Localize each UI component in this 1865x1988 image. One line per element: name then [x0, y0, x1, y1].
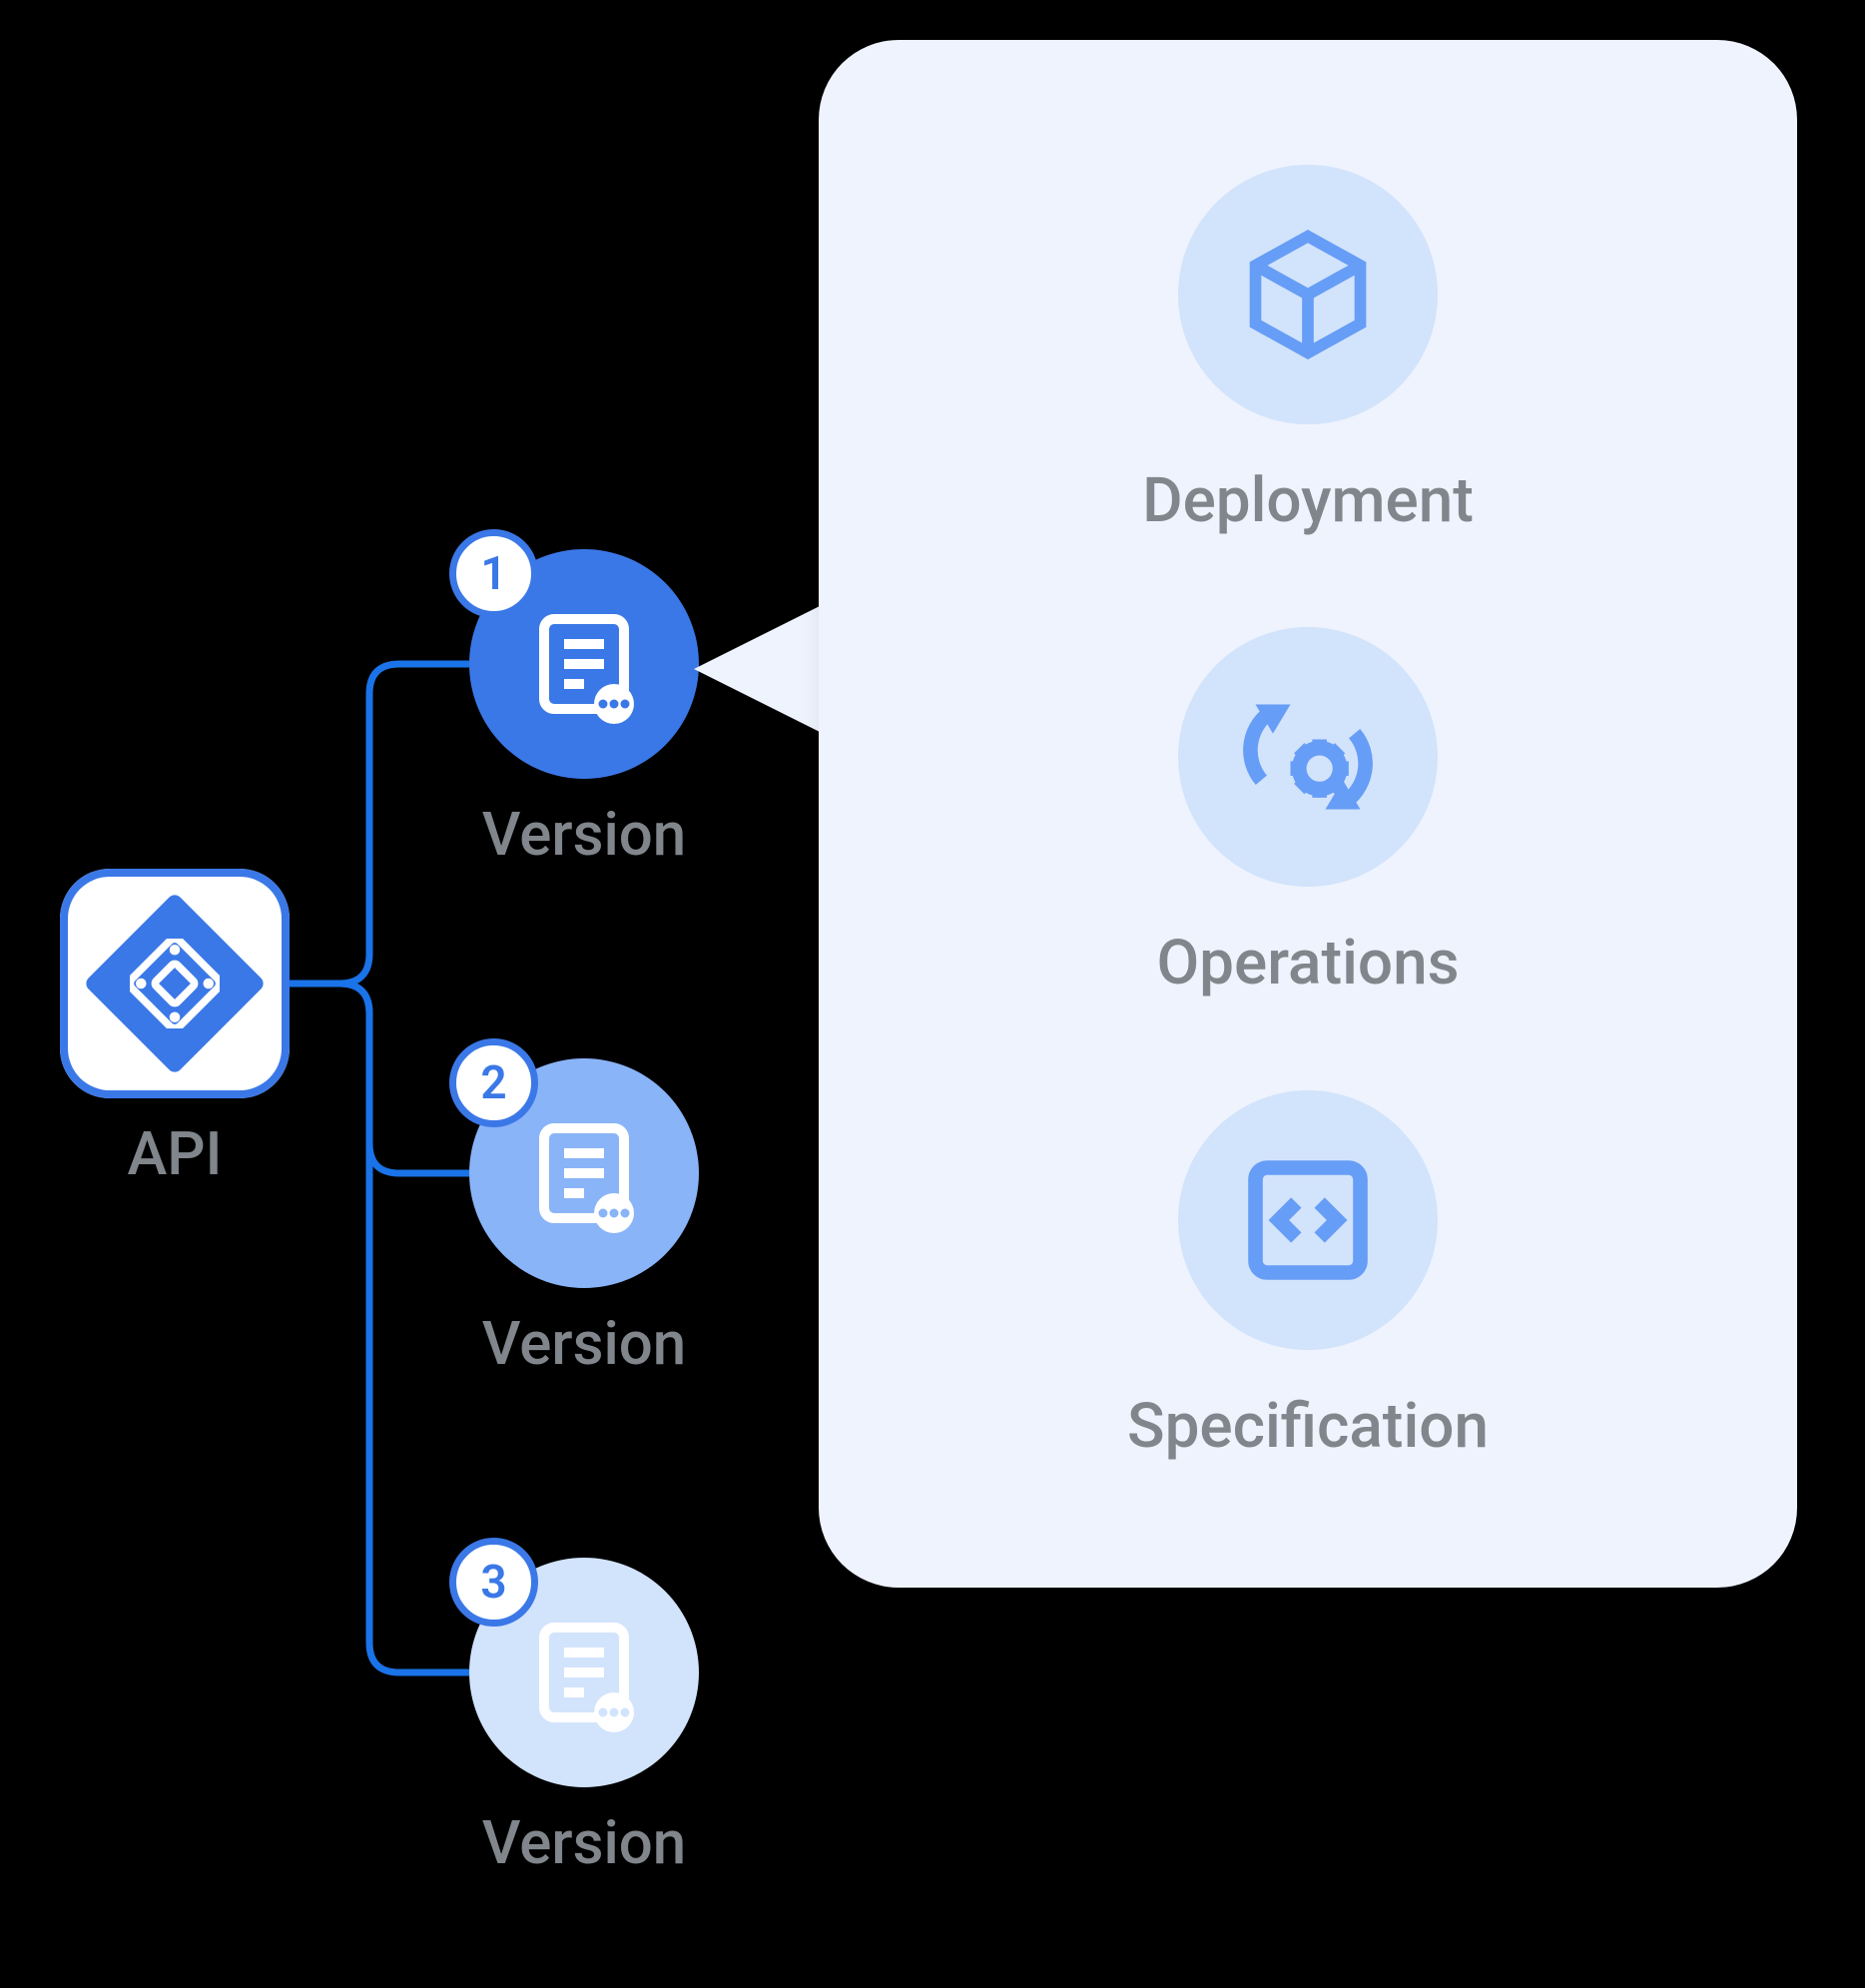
panel-label-operations: Operations [1156, 927, 1459, 999]
version-badge-1: 1 [449, 529, 538, 618]
callout-pointer [694, 599, 834, 739]
panel-item-specification: Specification [1127, 1090, 1489, 1463]
version-node-1: 1 [469, 549, 699, 779]
version-node-2: 2 [469, 1058, 699, 1288]
operations-icon [1178, 627, 1438, 887]
version-label-2: Version [469, 1308, 699, 1379]
document-icon [524, 604, 644, 724]
api-node [60, 869, 290, 1098]
version-label-3: Version [469, 1807, 699, 1878]
code-icon [1178, 1090, 1438, 1350]
api-label: API [60, 1118, 290, 1189]
cube-icon [1178, 165, 1438, 424]
document-icon [524, 1113, 644, 1233]
panel-label-deployment: Deployment [1142, 464, 1474, 537]
version-badge-3: 3 [449, 1538, 538, 1627]
version-badge-2: 2 [449, 1038, 538, 1127]
version-node-3: 3 [469, 1558, 699, 1787]
callout-panel: Deployment Operations Specification [819, 40, 1797, 1588]
api-icon [83, 892, 267, 1075]
panel-item-deployment: Deployment [1142, 165, 1474, 537]
panel-item-operations: Operations [1156, 627, 1459, 999]
panel-label-specification: Specification [1127, 1390, 1489, 1463]
version-label-1: Version [469, 799, 699, 870]
document-icon [524, 1613, 644, 1732]
